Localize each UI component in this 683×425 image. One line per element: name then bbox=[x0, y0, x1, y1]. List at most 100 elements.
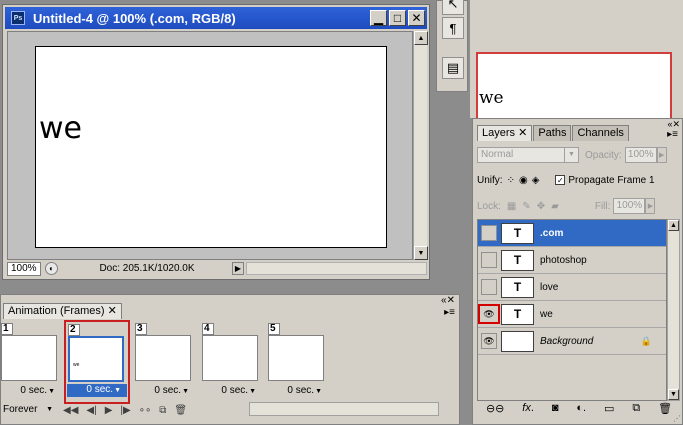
animation-frame[interactable]: 4 0 sec.▼ bbox=[202, 323, 265, 401]
status-info-icon[interactable]: ◐ bbox=[45, 262, 58, 275]
status-menu-arrow-icon[interactable]: ▶ bbox=[232, 262, 244, 275]
animation-horizontal-scrollbar[interactable] bbox=[249, 402, 439, 416]
layer-row[interactable]: T photoshop bbox=[478, 247, 666, 274]
chevron-down-icon: ▼ bbox=[564, 148, 578, 162]
lock-pixels-icon[interactable]: ✎ bbox=[522, 201, 530, 212]
paragraph-icon[interactable]: ¶ bbox=[442, 17, 464, 39]
document-canvas[interactable]: we bbox=[35, 46, 387, 248]
trash-icon[interactable]: 🗑 bbox=[174, 405, 187, 416]
tab-channels[interactable]: Channels bbox=[572, 125, 629, 141]
layer-list: T .com T photoshop T love 👁 T we 👁 Backg… bbox=[477, 219, 667, 401]
document-titlebar[interactable]: Ps Untitled-4 @ 100% (.com, RGB/8) ▁ □ ✕ bbox=[5, 7, 427, 29]
loop-select[interactable]: Forever ▼ bbox=[1, 403, 55, 417]
layers-vertical-scrollbar[interactable]: ▲ ▼ bbox=[667, 219, 680, 401]
document-status-bar: 100% ◐ Doc: 205.1K/1020.0K ▶ bbox=[7, 261, 427, 276]
tween-icon[interactable]: ∘∘ bbox=[139, 405, 152, 416]
previous-frame-icon[interactable]: ◀| bbox=[86, 405, 96, 416]
tab-layers[interactable]: Layers ✕ bbox=[477, 125, 533, 141]
panel-menu-icon[interactable]: ▸≡ bbox=[444, 307, 455, 318]
visibility-toggle[interactable] bbox=[481, 252, 497, 268]
tab-animation[interactable]: Animation (Frames) ✕ bbox=[3, 303, 122, 319]
text-layer-thumbnail: T bbox=[501, 222, 534, 244]
resize-grip-icon[interactable]: ⋰ bbox=[673, 414, 681, 423]
zoom-input[interactable]: 100% bbox=[7, 261, 41, 276]
animation-frame[interactable]: 5 0 sec.▼ bbox=[268, 323, 331, 401]
layer-style-icon[interactable]: fx. bbox=[522, 402, 534, 414]
frame-delay[interactable]: 0 sec.▼ bbox=[67, 384, 127, 397]
blend-row: Normal ▼ Opacity: 100% ▶ bbox=[477, 147, 677, 163]
link-layers-icon[interactable]: ⊖⊖ bbox=[486, 402, 504, 415]
document-vertical-scrollbar[interactable]: ▲ ▼ bbox=[413, 31, 428, 260]
document-window: Ps Untitled-4 @ 100% (.com, RGB/8) ▁ □ ✕… bbox=[2, 4, 430, 280]
layer-name: .com bbox=[540, 227, 564, 239]
frame-number: 3 bbox=[135, 323, 147, 335]
fill-input[interactable]: 100% bbox=[613, 198, 646, 214]
minimize-button[interactable]: ▁ bbox=[370, 10, 387, 26]
layers-panel: «✕ Layers ✕ Paths Channels ▸≡ Normal ▼ O… bbox=[472, 118, 683, 425]
lock-all-icon[interactable]: ▰ bbox=[551, 201, 559, 212]
adjustment-layer-icon[interactable]: ◐. bbox=[576, 402, 586, 414]
document-title: Untitled-4 @ 100% (.com, RGB/8) bbox=[33, 10, 236, 26]
first-frame-icon[interactable]: ◀◀ bbox=[63, 405, 78, 416]
frame-delay[interactable]: 0 sec.▼ bbox=[1, 385, 61, 398]
layers-footer: ⊖⊖ fx. ◙ ◐. ▭ ⧉ 🗑 bbox=[477, 399, 681, 417]
lock-label: Lock: bbox=[477, 200, 501, 212]
play-icon[interactable]: ▶ bbox=[105, 405, 113, 416]
tool-icon[interactable]: ↖ bbox=[442, 0, 464, 15]
next-frame-icon[interactable]: |▶ bbox=[120, 405, 130, 416]
animation-frame[interactable]: 1 0 sec.▼ bbox=[1, 323, 64, 401]
frame-delay[interactable]: 0 sec.▼ bbox=[202, 385, 262, 398]
close-button[interactable]: ✕ bbox=[408, 10, 425, 26]
document-horizontal-scrollbar[interactable] bbox=[246, 262, 427, 275]
visibility-toggle[interactable] bbox=[481, 279, 497, 295]
unify-position-icon[interactable]: ⁘ bbox=[507, 175, 515, 186]
photoshop-app-icon: Ps bbox=[11, 11, 25, 25]
text-layer-thumbnail: T bbox=[501, 303, 534, 325]
eye-icon[interactable]: 👁 bbox=[481, 333, 497, 349]
frame-thumbnail bbox=[268, 335, 324, 381]
propagate-checkbox[interactable]: ✓ bbox=[555, 175, 566, 185]
animation-frame[interactable]: 3 0 sec.▼ bbox=[135, 323, 198, 401]
unify-visibility-icon[interactable]: ◉ bbox=[519, 175, 528, 186]
unify-style-icon[interactable]: ◈ bbox=[532, 175, 540, 186]
animation-frame[interactable]: 2 we 0 sec.▼ bbox=[64, 320, 130, 404]
frame-delay[interactable]: 0 sec.▼ bbox=[135, 385, 195, 398]
canvas-area[interactable]: we bbox=[7, 31, 413, 260]
lock-position-icon[interactable]: ✥ bbox=[537, 201, 545, 212]
navigator-preview[interactable]: we bbox=[476, 52, 672, 120]
trash-icon[interactable]: 🗑 bbox=[658, 402, 672, 415]
tab-paths[interactable]: Paths bbox=[533, 125, 572, 141]
navigator-preview-text: we bbox=[479, 88, 504, 108]
propagate-label: Propagate Frame 1 bbox=[568, 174, 655, 186]
panel-close-icon[interactable]: «✕ bbox=[441, 295, 455, 306]
lock-transparency-icon[interactable]: ▦ bbox=[507, 201, 516, 212]
panel-menu-icon[interactable]: ▸≡ bbox=[667, 129, 678, 140]
layer-row[interactable]: 👁 Background 🔒 bbox=[478, 328, 666, 355]
scroll-down-icon[interactable]: ▼ bbox=[414, 246, 428, 260]
visibility-toggle[interactable] bbox=[481, 225, 497, 241]
notes-icon[interactable]: ▤ bbox=[442, 57, 464, 79]
opacity-label: Opacity: bbox=[585, 149, 622, 161]
scroll-up-icon[interactable]: ▲ bbox=[414, 31, 428, 45]
scroll-up-icon[interactable]: ▲ bbox=[668, 220, 679, 231]
blend-mode-select[interactable]: Normal ▼ bbox=[477, 147, 579, 163]
layer-mask-icon[interactable]: ◙ bbox=[552, 402, 559, 414]
new-group-icon[interactable]: ▭ bbox=[604, 402, 614, 415]
frame-number: 2 bbox=[68, 324, 80, 336]
maximize-button[interactable]: □ bbox=[389, 10, 406, 26]
duplicate-frame-icon[interactable]: ⧉ bbox=[159, 405, 166, 416]
layer-row[interactable]: T love bbox=[478, 274, 666, 301]
new-layer-icon[interactable]: ⧉ bbox=[632, 402, 640, 415]
layer-row[interactable]: 👁 T we bbox=[478, 301, 666, 328]
frame-delay[interactable]: 0 sec.▼ bbox=[268, 385, 328, 398]
background-thumbnail bbox=[501, 330, 534, 352]
lock-row: Lock: ▦ ✎ ✥ ▰ Fill: 100% ▶ bbox=[477, 198, 681, 214]
opacity-input[interactable]: 100% bbox=[624, 147, 657, 163]
fill-label: Fill: bbox=[594, 200, 611, 212]
layer-row[interactable]: T .com bbox=[478, 220, 666, 247]
opacity-slider-icon[interactable]: ▶ bbox=[656, 147, 667, 163]
fill-slider-icon[interactable]: ▶ bbox=[645, 198, 656, 214]
eye-icon[interactable]: 👁 bbox=[478, 304, 500, 324]
frame-number: 4 bbox=[202, 323, 214, 335]
layers-panel-tabs: Layers ✕ Paths Channels bbox=[477, 125, 630, 141]
